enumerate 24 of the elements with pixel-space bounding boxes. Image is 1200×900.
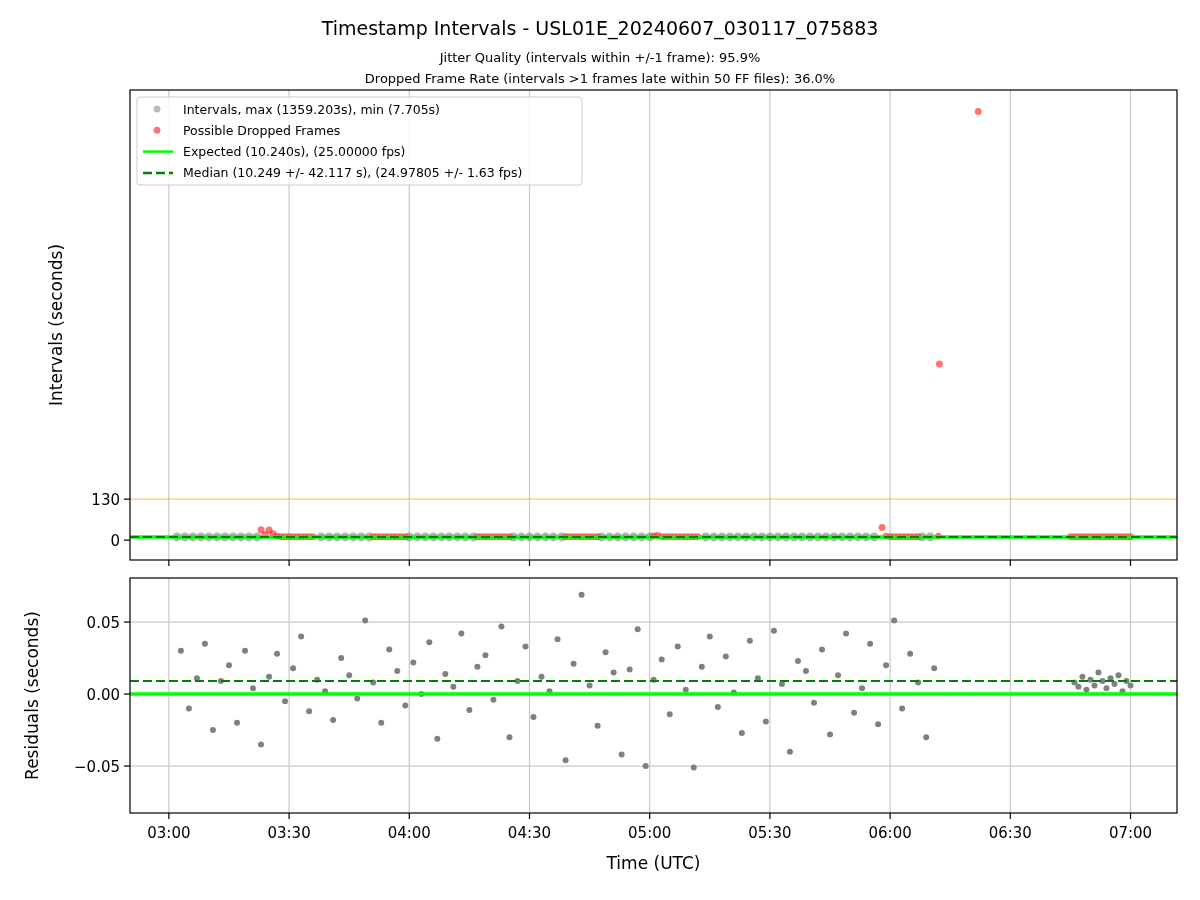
tick-label: −0.05 [74,757,120,776]
tick-label: 06:00 [868,824,912,842]
tick-label: 03:30 [267,824,311,842]
tick-label: 0.05 [86,613,120,632]
legend-label: Median (10.249 +/- 42.117 s), (24.97805 +/- 1.63 fps) [183,165,523,181]
legend-label: Possible Dropped Frames [183,122,341,138]
tick-label: 0.00 [86,685,120,704]
chart-title: Timestamp Intervals - USL01E_20240607_030117_075883 [321,16,879,41]
tick-label: 03:00 [147,824,191,842]
chart-subtitle: Dropped Frame Rate (intervals >1 frames late within 50 FF files): 36.0% [364,70,836,88]
tick-label: 130 [91,490,120,509]
y-axis-label: Residuals (seconds) [22,611,42,780]
tick-label: 06:30 [988,824,1032,842]
tick-label: 04:30 [507,824,552,842]
tick-label: 07:00 [1108,824,1153,842]
tick-label: 04:00 [387,824,431,842]
y-axis-label: Intervals (seconds) [46,243,66,407]
x-axis-label: Time (UTC) [606,853,701,873]
legend-label: Intervals, max (1359.203s), min (7.705s) [183,101,440,117]
chart-subtitle: Jitter Quality (intervals within +/-1 frame): 95.9% [439,49,761,67]
tick-label: 05:30 [748,824,792,842]
tick-label: 0 [110,531,120,550]
tick-label: 05:00 [628,824,672,842]
legend-label: Expected (10.240s), (25.00000 fps) [183,144,406,160]
